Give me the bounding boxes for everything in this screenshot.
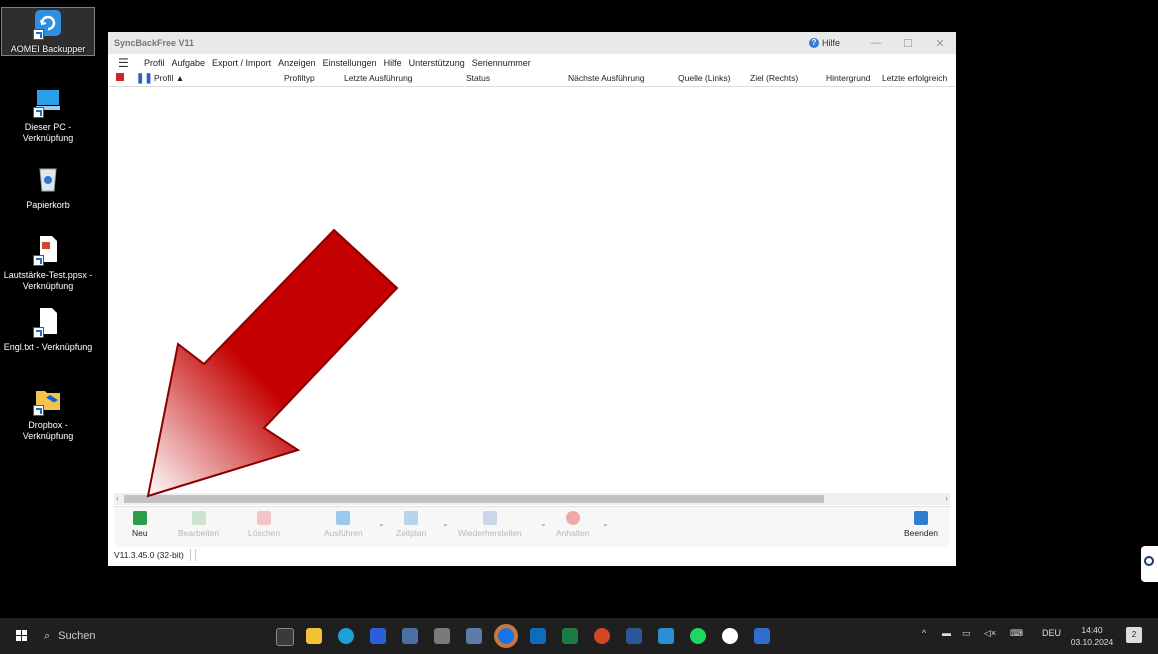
windows-start-icon[interactable] [16, 630, 28, 642]
taskbar: ⌕ Suchen ^ ▬ ▭ ◁× ⌨ DEU 14:40 03.10.2024… [0, 618, 1158, 654]
excel-icon[interactable] [562, 628, 578, 644]
search-placeholder: Suchen [58, 630, 96, 642]
syncback-taskbar-icon[interactable] [754, 628, 770, 644]
red-arrow-annotation [146, 228, 399, 498]
spotify-icon[interactable] [690, 628, 706, 644]
powerpoint-icon[interactable] [594, 628, 610, 644]
outlook-icon[interactable] [530, 628, 546, 644]
teamviewer-icon[interactable] [498, 628, 514, 644]
volume-muted-icon[interactable]: ◁× [984, 628, 996, 639]
keyboard-icon[interactable]: ⌨ [1010, 628, 1023, 639]
network-icon[interactable]: ▭ [962, 628, 971, 639]
battery-icon[interactable]: ▬ [942, 628, 951, 638]
clock-date: 03.10.2024 [1070, 637, 1114, 647]
language-indicator[interactable]: DEU [1042, 628, 1061, 638]
whatsapp-icon[interactable] [722, 628, 738, 644]
app-icon[interactable] [402, 628, 418, 644]
tray-overflow-icon[interactable]: ^ [922, 628, 926, 638]
settings-app-icon[interactable] [434, 628, 450, 644]
notification-count: 2 [1131, 630, 1137, 639]
clock-time: 14:40 [1081, 625, 1103, 635]
task-view-icon[interactable] [276, 628, 294, 646]
notes-app-icon[interactable] [466, 628, 482, 644]
taskbar-search[interactable]: ⌕ Suchen [44, 618, 264, 654]
search-icon: ⌕ [44, 629, 51, 642]
edge-icon[interactable] [338, 628, 354, 644]
remote-desktop-icon[interactable] [658, 628, 674, 644]
store-icon[interactable] [370, 628, 386, 644]
notification-center-icon[interactable]: 2 [1126, 627, 1142, 643]
clock[interactable]: 14:40 03.10.2024 [1070, 624, 1114, 648]
file-explorer-icon[interactable] [306, 628, 322, 644]
word-icon[interactable] [626, 628, 642, 644]
